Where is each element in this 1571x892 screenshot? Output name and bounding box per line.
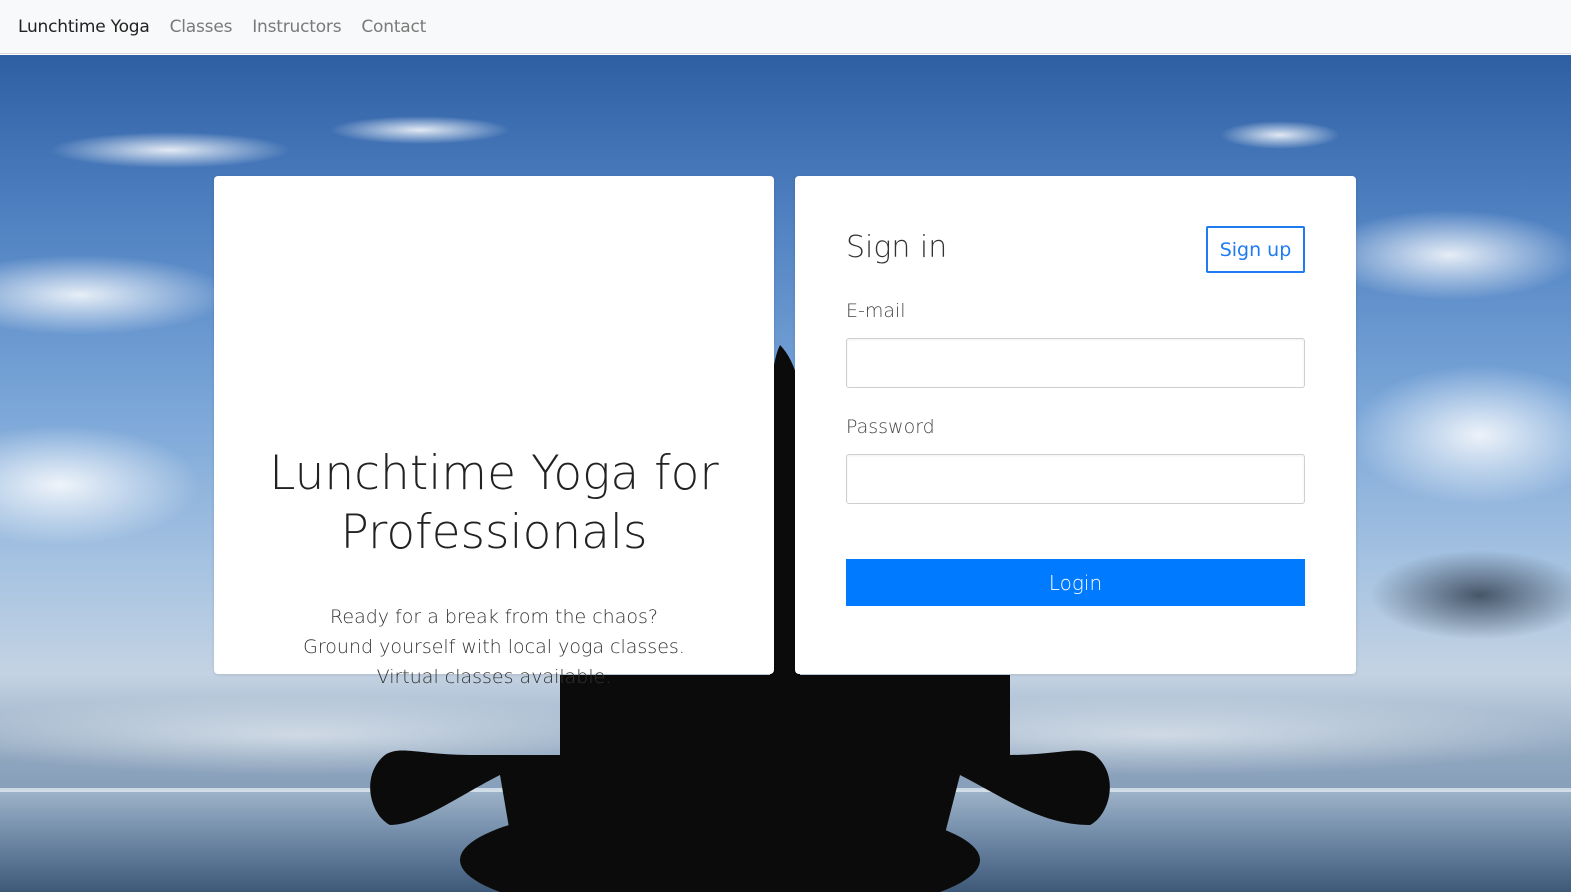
email-field[interactable] [846,338,1305,388]
nav-link-instructors[interactable]: Instructors [252,17,341,37]
nav-link-classes[interactable]: Classes [170,17,233,37]
signin-title: Sign in [846,230,948,265]
hero-title: Lunchtime Yoga for Professionals [269,446,719,560]
intro-card: Lunchtime Yoga for Professionals Ready f… [214,176,774,688]
nav-link-contact[interactable]: Contact [361,17,426,37]
hero-line-1: Ready for a break from the chaos? [330,606,658,628]
password-field[interactable] [846,454,1305,504]
signup-button[interactable]: Sign up [1206,226,1305,273]
hero-description: Ready for a break from the chaos? Ground… [214,602,774,692]
login-button[interactable]: Login [846,559,1305,606]
signin-card: Sign in Sign up E-mail Password Login [795,176,1356,674]
navbar: Lunchtime Yoga Classes Instructors Conta… [0,0,1571,54]
hero-line-2: Ground yourself with local yoga classes. [303,636,685,658]
brand-link[interactable]: Lunchtime Yoga [18,17,150,37]
password-label: Password [846,416,935,438]
email-label: E-mail [846,300,906,322]
nav-links: Classes Instructors Contact [170,17,447,37]
hero-line-3: Virtual classes available. [376,666,612,688]
